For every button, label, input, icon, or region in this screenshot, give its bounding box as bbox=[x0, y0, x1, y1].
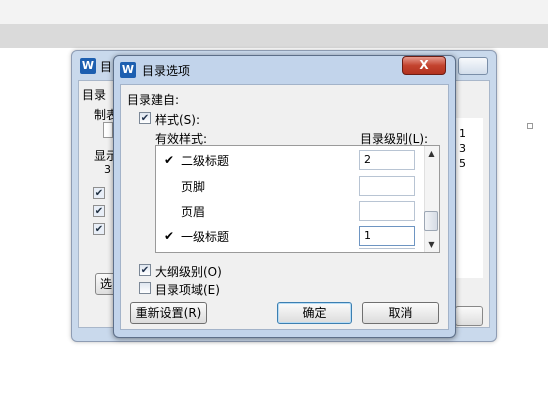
back-dialog-title: 目 bbox=[100, 60, 113, 74]
ok-button[interactable]: 确定 bbox=[277, 302, 352, 324]
back-dialog-checkbox[interactable]: ✔ bbox=[93, 223, 105, 235]
page-marker bbox=[527, 123, 533, 129]
app-top-bar bbox=[0, 0, 548, 24]
back-dialog-show-levels-value: 3 bbox=[104, 163, 111, 176]
style-name: 页眉 bbox=[181, 205, 206, 219]
wps-logo-icon: W bbox=[120, 62, 136, 78]
back-dialog-close-button[interactable] bbox=[458, 57, 488, 75]
styles-checkbox-label: 样式(S): bbox=[155, 113, 201, 127]
scroll-up-icon[interactable]: ▲ bbox=[426, 149, 437, 159]
styles-checkbox[interactable]: ✔ bbox=[139, 112, 151, 124]
toc-level-input[interactable] bbox=[359, 176, 415, 196]
partial-row bbox=[359, 248, 415, 252]
cancel-button[interactable]: 取消 bbox=[362, 302, 439, 324]
back-dialog-ok-button[interactable] bbox=[455, 306, 483, 326]
toc-level-input[interactable] bbox=[359, 201, 415, 221]
edge-fade bbox=[348, 351, 548, 411]
build-from-label: 目录建自: bbox=[127, 93, 180, 107]
style-name: 一级标题 bbox=[181, 230, 230, 244]
back-dialog-checkbox[interactable]: ✔ bbox=[93, 205, 105, 217]
back-dialog-tab-leader-select[interactable] bbox=[103, 122, 113, 138]
row-check-mark: ✔ bbox=[164, 153, 175, 167]
close-button[interactable]: X bbox=[402, 56, 446, 75]
back-dialog-checkbox[interactable]: ✔ bbox=[93, 187, 105, 199]
back-dialog-section-label: 目录 bbox=[82, 88, 107, 102]
style-name: 二级标题 bbox=[181, 154, 230, 168]
toc-entry-fields-checkbox[interactable] bbox=[139, 282, 151, 294]
dialog-title: 目录选项 bbox=[142, 64, 191, 78]
scrollbar-thumb[interactable] bbox=[424, 211, 438, 231]
app-toolbar-band bbox=[0, 24, 548, 48]
reset-button[interactable]: 重新设置(R) bbox=[130, 302, 207, 324]
wps-logo-icon: W bbox=[80, 58, 96, 74]
outline-level-label: 大纲级别(O) bbox=[155, 265, 222, 279]
back-dialog-preview-number: 5 bbox=[459, 157, 466, 170]
style-name: 页脚 bbox=[181, 180, 206, 194]
toc-entry-fields-label: 目录项域(E) bbox=[155, 283, 220, 297]
toc-level-input[interactable]: 2 bbox=[359, 150, 415, 170]
toc-level-input[interactable]: 1 bbox=[359, 226, 415, 246]
styles-list-scrollbar[interactable] bbox=[424, 146, 439, 252]
scroll-down-icon[interactable]: ▼ bbox=[426, 240, 437, 250]
outline-level-checkbox[interactable]: ✔ bbox=[139, 264, 151, 276]
back-dialog-preview-number: 1 bbox=[459, 127, 466, 140]
row-check-mark: ✔ bbox=[164, 229, 175, 243]
back-dialog-preview-number: 3 bbox=[459, 142, 466, 155]
